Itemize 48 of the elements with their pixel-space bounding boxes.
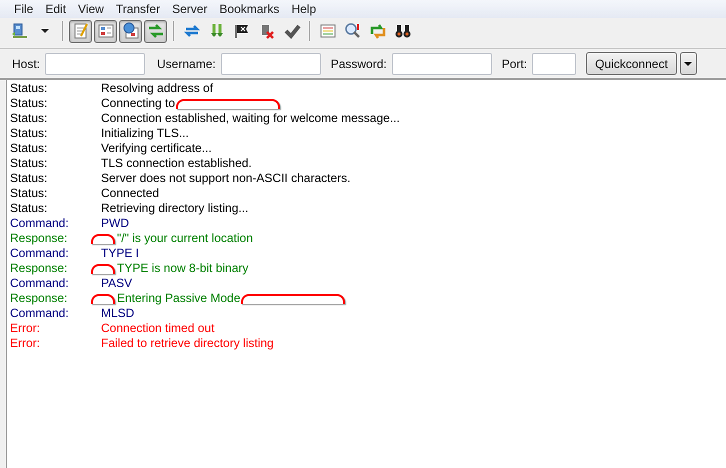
log-message: PWD <box>101 216 129 231</box>
log-type-label: Status: <box>10 96 48 111</box>
log-message: Connection established, waiting for welcome message... <box>101 111 400 126</box>
log-message: Connecting to <box>101 96 176 111</box>
log-type-label: Error: <box>10 336 41 351</box>
log-type-label: Status: <box>10 81 48 96</box>
log-type-label: Status: <box>10 201 48 216</box>
menu-item[interactable]: Help <box>285 0 322 18</box>
log-type-label: Command: <box>10 306 70 321</box>
log-type-label: Command: <box>10 276 70 291</box>
log-message: Retrieving directory listing... <box>101 201 248 216</box>
log-message: PASV <box>101 276 132 291</box>
field-label: Port: <box>502 56 528 72</box>
log-message: Connected <box>101 186 160 201</box>
log-type-label: Command: <box>10 216 70 231</box>
log-message: "/" is your current location <box>117 231 253 246</box>
quickconnect-button[interactable]: Quickconnect <box>586 52 677 75</box>
log-type-label: Command: <box>10 246 70 261</box>
log-type-label: Error: <box>10 321 41 336</box>
log-message: TYPE I <box>101 246 140 261</box>
menu-item[interactable]: View <box>72 0 110 18</box>
log-message: Resolving address of <box>101 81 214 96</box>
log-type-label: Status: <box>10 111 48 126</box>
log-type-label: Status: <box>10 141 48 156</box>
log-message: TLS connection established. <box>101 156 252 171</box>
menu-item[interactable]: Bookmarks <box>213 0 286 18</box>
log-type-label: Status: <box>10 126 48 141</box>
field-label: Username: <box>157 56 216 72</box>
log-message: Initializing TLS... <box>101 126 189 141</box>
log-message: Server does not support non-ASCII characters. <box>101 171 350 186</box>
menu-item[interactable]: Server <box>166 0 214 18</box>
log-message: Verifying certificate... <box>101 141 212 156</box>
log-type-label: Response: <box>10 261 68 276</box>
log-type-label: Status: <box>10 186 48 201</box>
log-type-label: Status: <box>10 171 48 186</box>
menu-item[interactable]: Transfer <box>110 0 166 18</box>
menu-item[interactable]: Edit <box>39 0 72 18</box>
log-message: TYPE is now 8-bit binary <box>117 261 248 276</box>
menu-item[interactable]: File <box>8 0 40 18</box>
log-message: Failed to retrieve directory listing <box>101 336 274 351</box>
field-label: Password: <box>330 56 387 72</box>
log-type-label: Response: <box>10 231 68 246</box>
log-message: MLSD <box>101 306 134 321</box>
log-type-label: Status: <box>10 156 48 171</box>
field-label: Host: <box>12 56 40 72</box>
log-message: Connection timed out <box>101 321 214 336</box>
log-type-label: Response: <box>10 291 68 306</box>
log-message: Entering Passive Mode <box>117 291 240 306</box>
